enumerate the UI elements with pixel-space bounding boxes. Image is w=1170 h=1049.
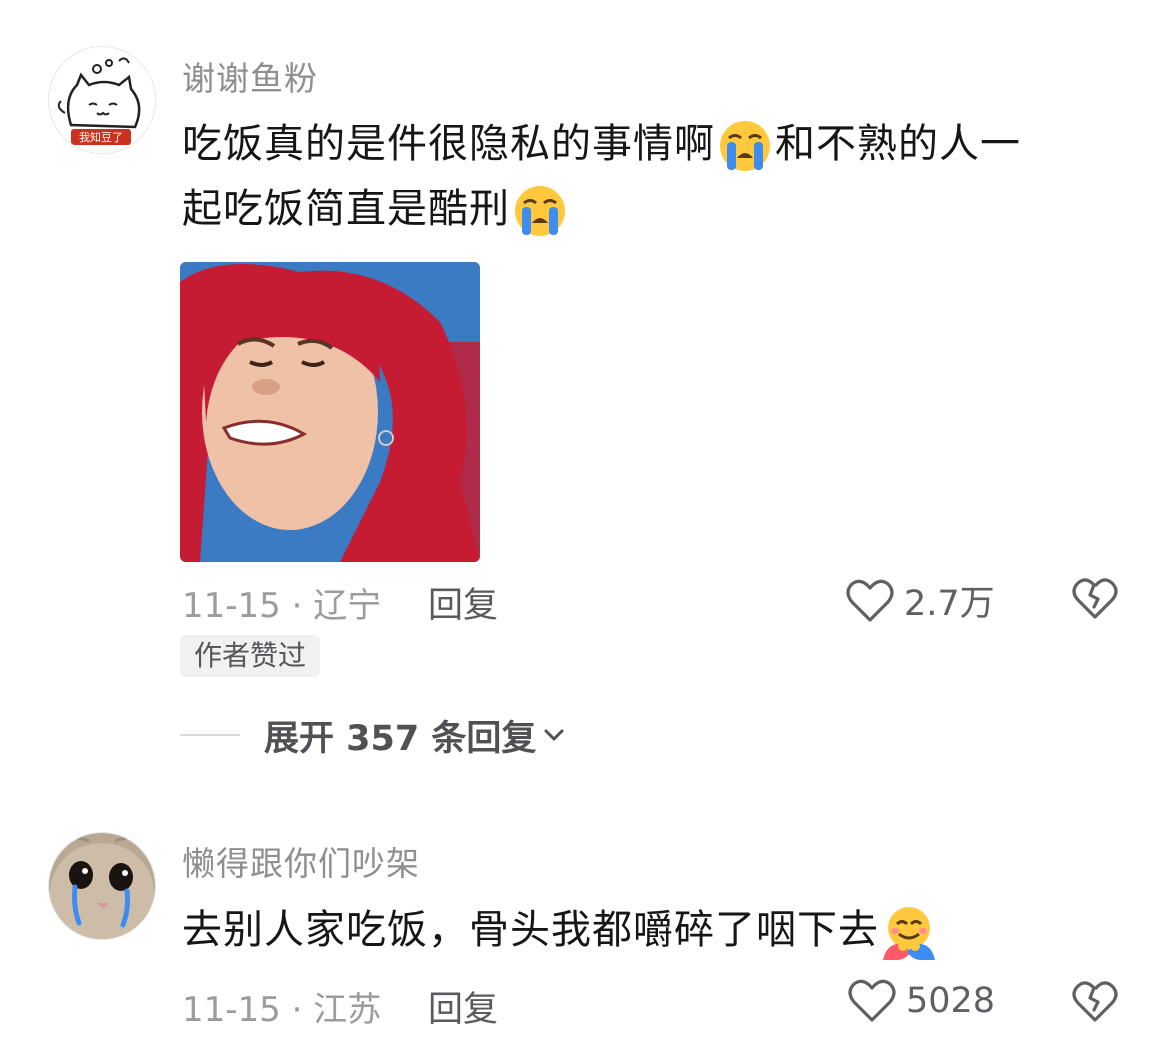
like-button[interactable]: 5028 xyxy=(848,978,995,1024)
comment-date-location: 11-15 · 江苏 xyxy=(182,990,382,1030)
comment-text-part: 去别人家吃饭，骨头我都嚼碎了咽下去 xyxy=(182,907,879,953)
hugging-face-icon xyxy=(881,904,937,960)
broken-heart-icon[interactable] xyxy=(1072,980,1118,1024)
heart-icon xyxy=(848,979,896,1022)
comment-text: 去别人家吃饭，骨头我都嚼碎了咽下去 xyxy=(182,898,1102,963)
reply-button[interactable]: 回复 xyxy=(428,981,498,1032)
avatar[interactable] xyxy=(48,832,156,940)
comment-2: 懒得跟你们吵架 去别人家吃饭，骨头我都嚼碎了咽下去 11-15 · 江苏 回复 … xyxy=(0,0,1170,1049)
username[interactable]: 懒得跟你们吵架 xyxy=(182,837,420,885)
crying-cat-avatar-icon xyxy=(49,833,155,939)
like-count: 5028 xyxy=(906,981,996,1021)
